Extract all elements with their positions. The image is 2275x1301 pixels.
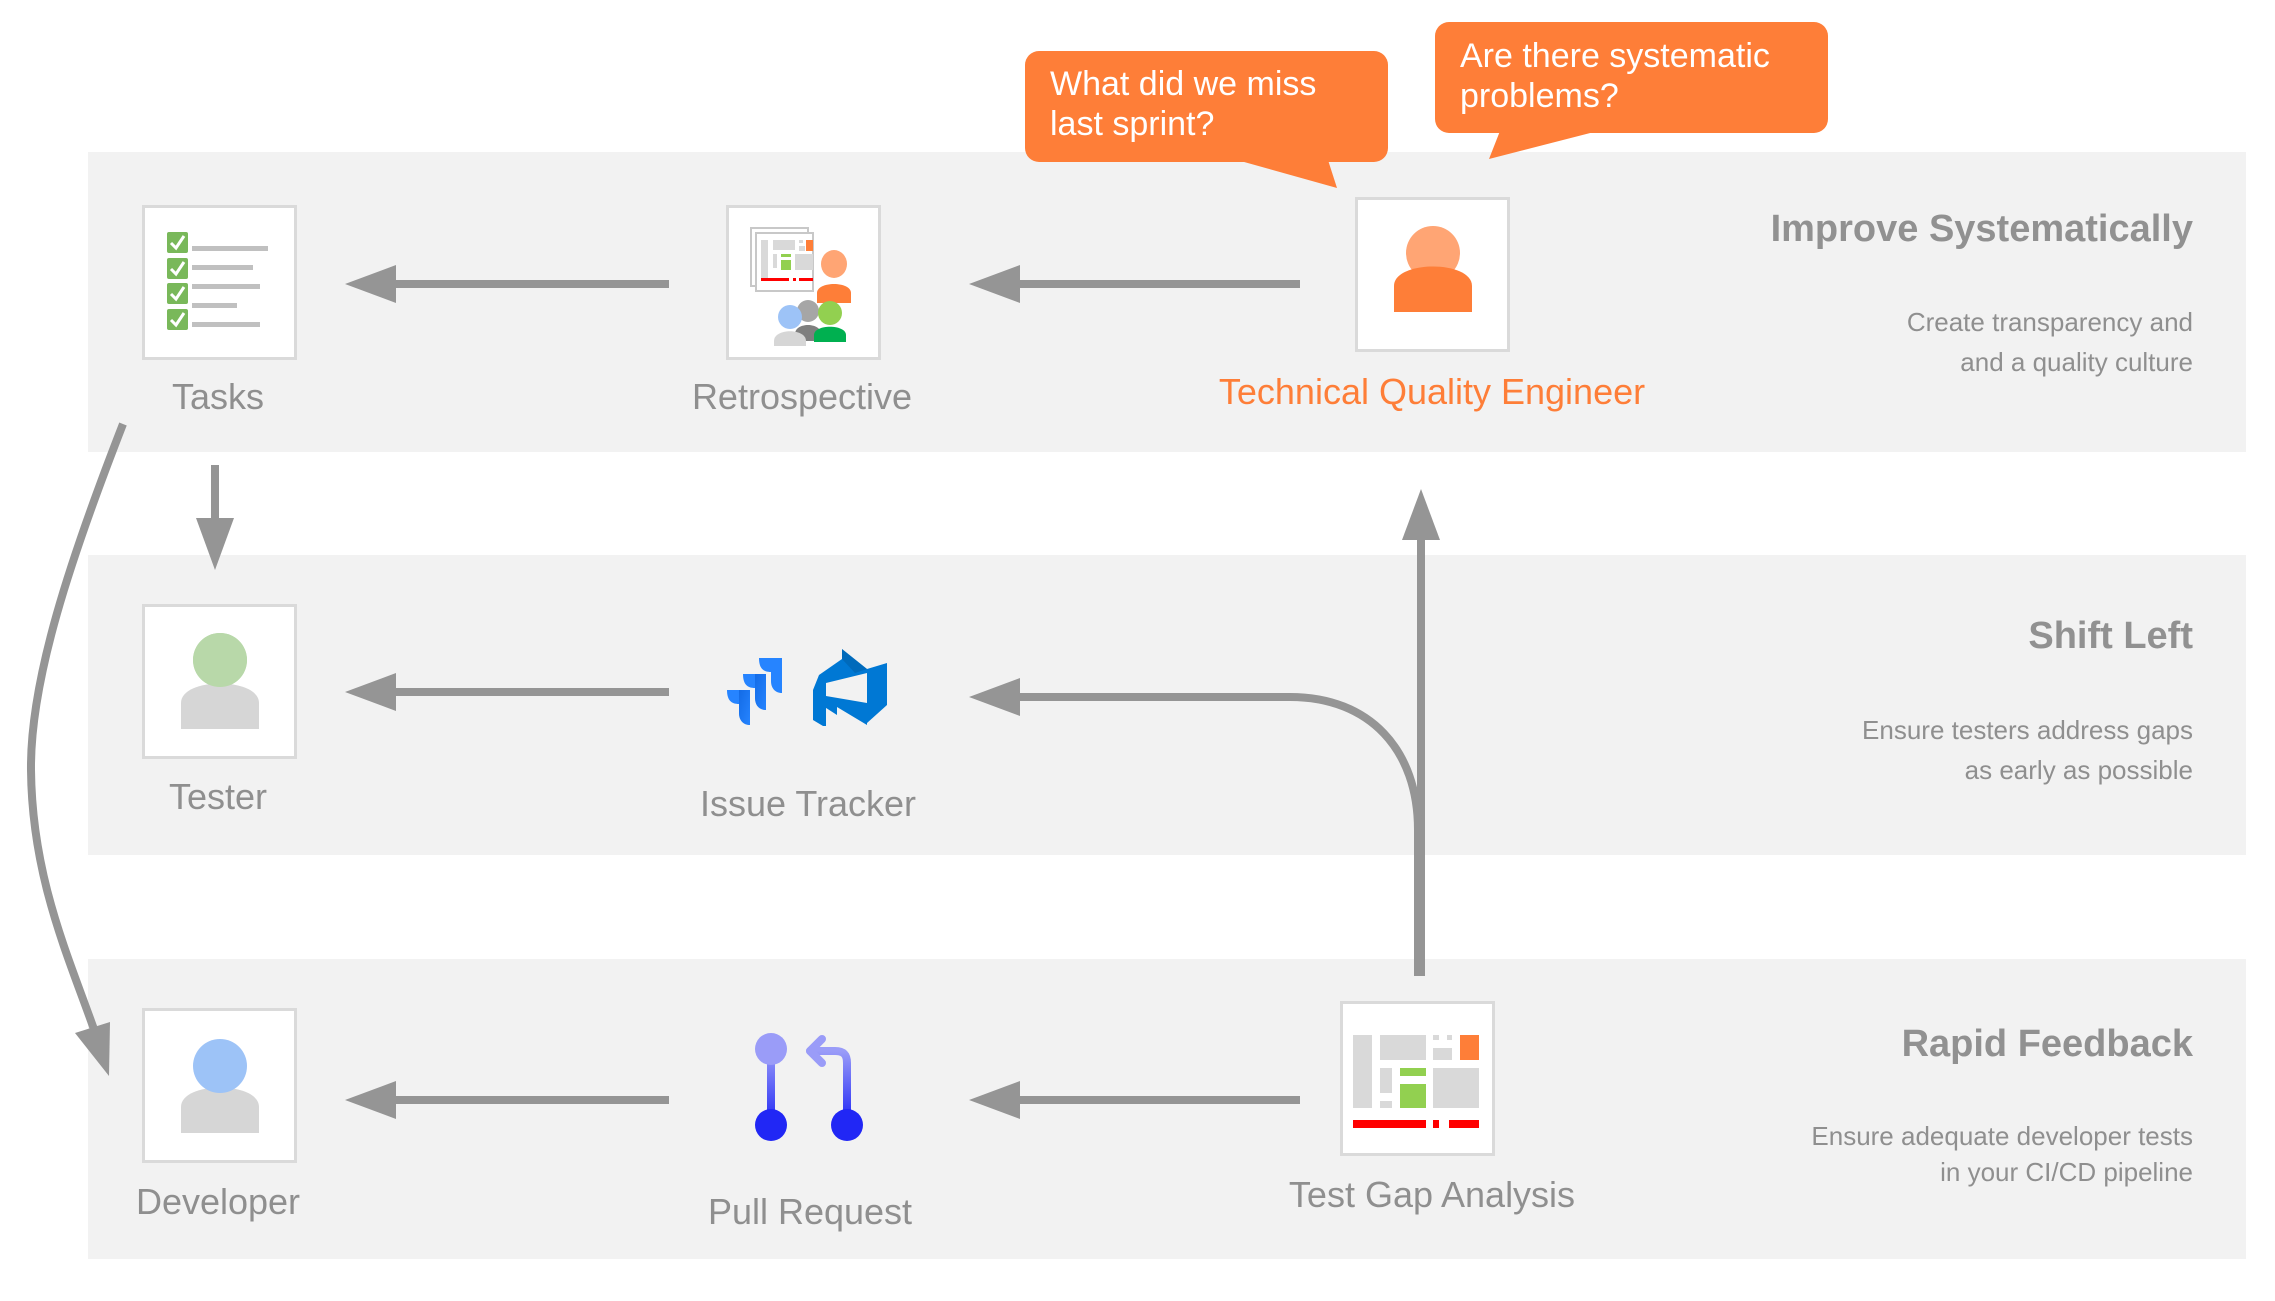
treemap-icon (1353, 1035, 1479, 1128)
node-label-pull-request: Pull Request (707, 1191, 913, 1232)
node-label-retrospective: Retrospective (691, 376, 913, 417)
person-icon (181, 1039, 259, 1133)
node-label-tester: Tester (168, 776, 268, 817)
person-icon (181, 633, 259, 729)
speech-bubble-line: Are there systematic (1460, 37, 1770, 75)
node-pull-request[interactable] (740, 1025, 870, 1155)
node-label-test-gap-analysis: Test Gap Analysis (1288, 1174, 1576, 1215)
speech-bubble-text-1: What did we miss last sprint? (1050, 64, 1316, 144)
person-icon (1394, 226, 1472, 312)
node-label-developer: Developer (135, 1181, 301, 1222)
node-technical-quality-engineer[interactable] (1355, 197, 1510, 352)
node-label-issue-tracker: Issue Tracker (699, 783, 917, 824)
speech-bubble-line: What did we miss (1050, 65, 1317, 103)
node-label-tasks: Tasks (171, 376, 265, 417)
checklist-icon (167, 232, 268, 330)
node-tasks[interactable] (142, 205, 297, 360)
node-test-gap-analysis[interactable] (1340, 1001, 1495, 1156)
pull-request-icon (755, 1033, 863, 1141)
speech-bubble-line: last sprint? (1050, 105, 1215, 143)
node-tester[interactable] (142, 604, 297, 759)
node-label-technical-quality-engineer: Technical Quality Engineer (1218, 371, 1646, 412)
node-issue-tracker[interactable] (705, 645, 895, 735)
speech-bubble-line: problems? (1460, 77, 1619, 115)
node-developer[interactable] (142, 1008, 297, 1163)
speech-bubbles-layer (1025, 22, 1828, 188)
retrospective-meeting-icon (750, 227, 851, 346)
node-retrospective[interactable] (726, 205, 881, 360)
speech-bubble-text-2: Are there systematic problems? (1460, 36, 1770, 116)
azure-devops-icon (813, 649, 887, 726)
jira-icon (713, 658, 782, 725)
